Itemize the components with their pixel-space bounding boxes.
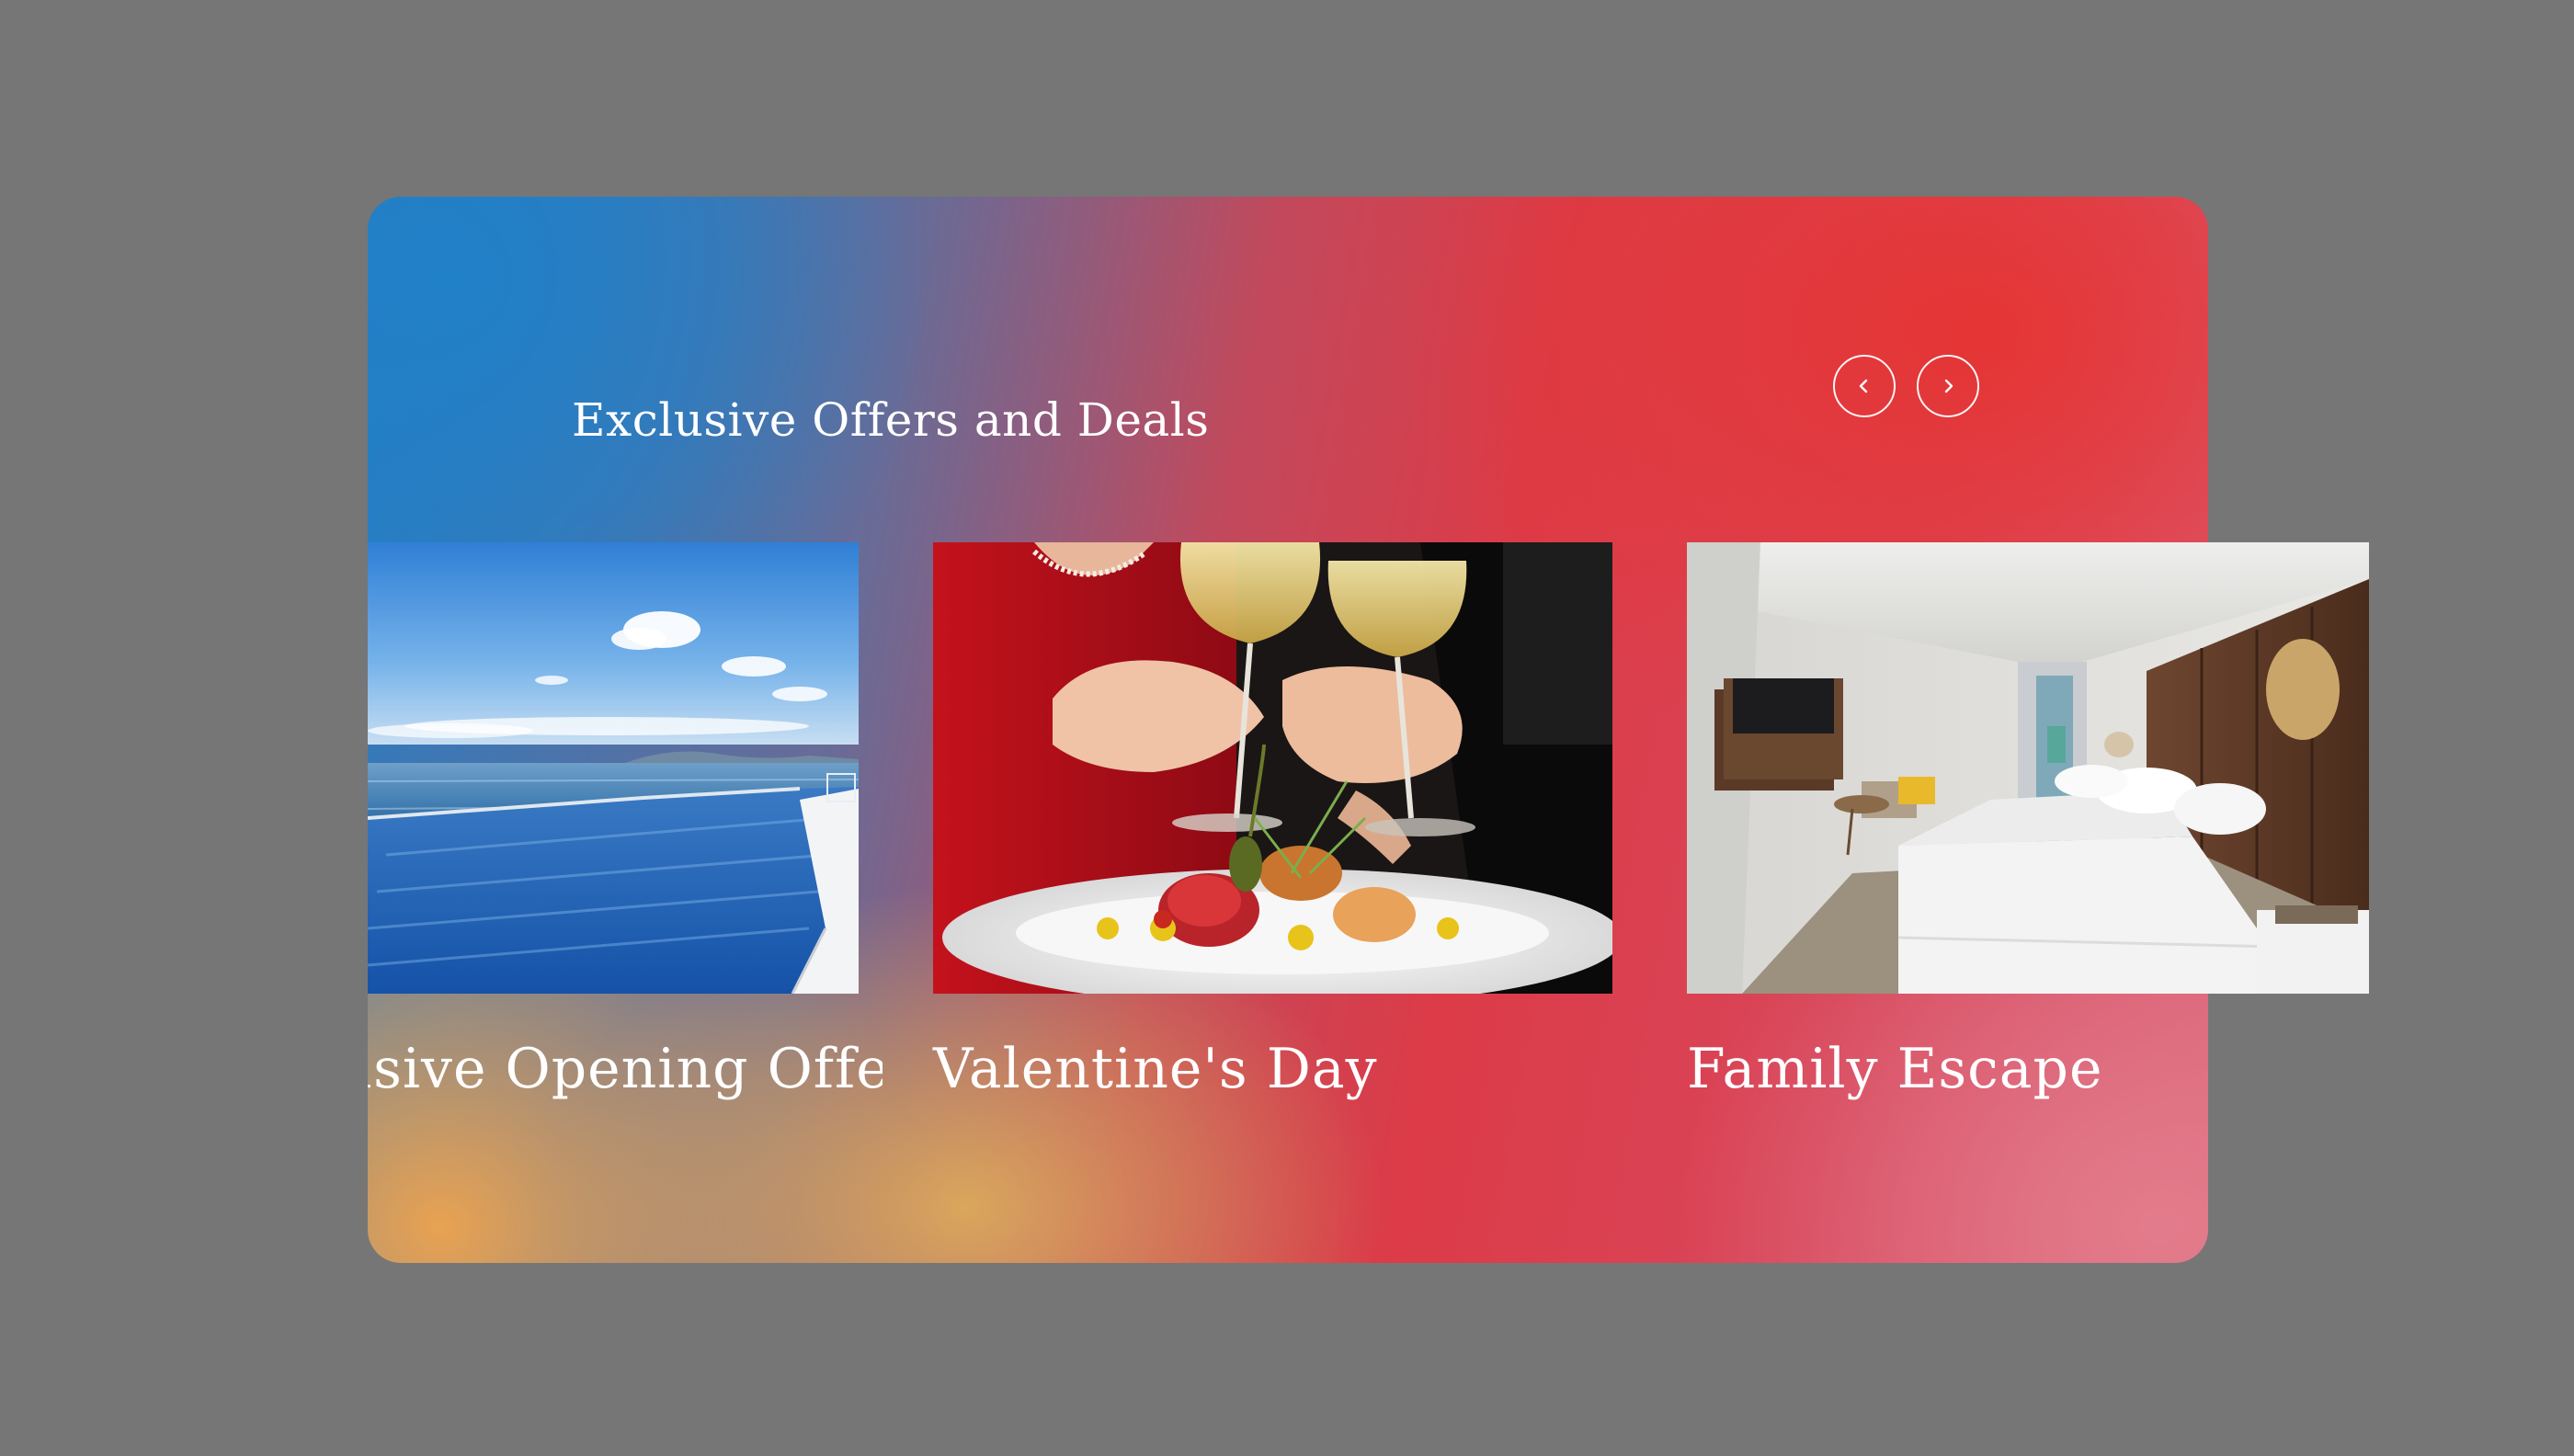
hotel-bedroom-image <box>1687 542 2369 994</box>
slide-title-valentines[interactable]: Valentine's Day <box>933 1037 1378 1101</box>
slide-image-pool[interactable] <box>368 542 859 994</box>
valentines-dinner-image <box>933 542 1612 994</box>
carousel-prev-button[interactable] <box>1833 355 1896 417</box>
page: Exclusive Offers and Deals sive Opening … <box>0 0 2574 1456</box>
slide-image-valentines[interactable] <box>933 542 1612 994</box>
carousel-next-button[interactable] <box>1917 355 1979 417</box>
chevron-left-icon <box>1859 379 1868 393</box>
section-title: Exclusive Offers and Deals <box>572 392 1210 447</box>
chevron-right-icon <box>1944 379 1953 393</box>
slide-title-family-escape[interactable]: Family Escape <box>1687 1037 2102 1101</box>
slide-title-opening-offer[interactable]: Exclusive Opening Offer <box>368 1037 883 1101</box>
slide-image-bedroom[interactable] <box>1687 542 2369 994</box>
infinity-pool-image <box>368 542 859 994</box>
